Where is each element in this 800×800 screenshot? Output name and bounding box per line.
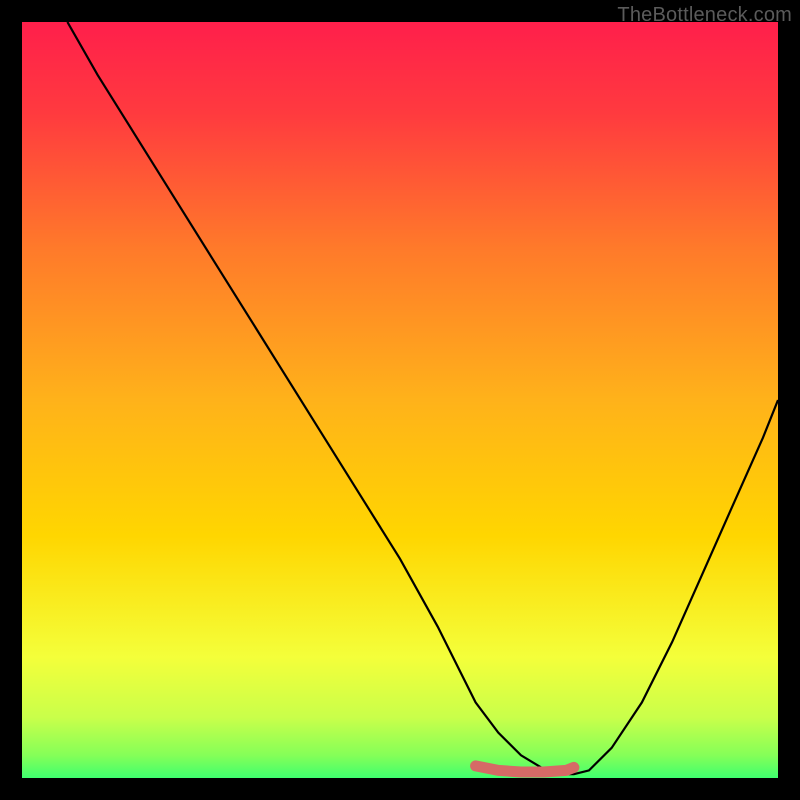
chart-frame: [22, 22, 778, 778]
minimum-marker: [476, 766, 574, 772]
watermark-text: TheBottleneck.com: [617, 4, 792, 27]
bottleneck-chart: [22, 22, 778, 778]
